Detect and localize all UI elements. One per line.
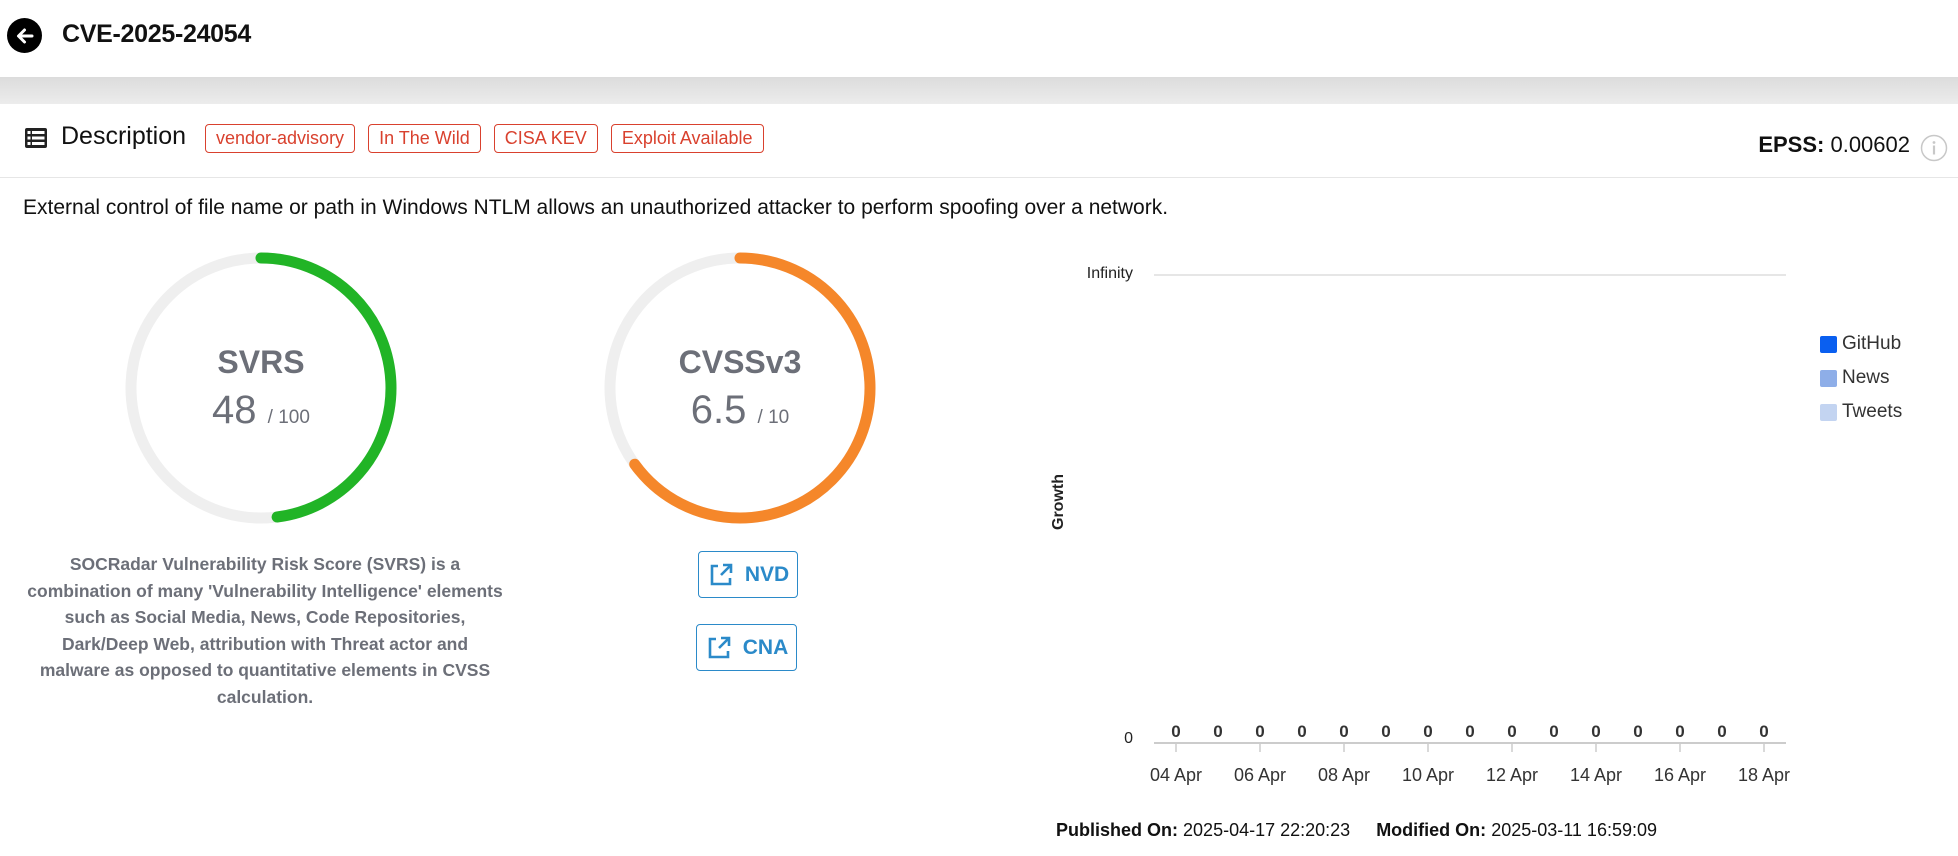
tag-exploit-available: Exploit Available (610, 124, 764, 153)
legend-label-tweets: Tweets (1842, 401, 1903, 422)
epss-score: EPSS: 0.00602 (1758, 132, 1910, 158)
x-tick-label: 16 Apr (1654, 765, 1706, 785)
modified-label: Modified On: (1376, 820, 1487, 840)
tag-vendor-advisory: vendor-advisory (205, 124, 356, 153)
description-header: Description vendor-advisory In The Wild … (0, 104, 1958, 178)
x-tick-label: 06 Apr (1234, 765, 1286, 785)
y-axis-label: Growth (1050, 474, 1067, 530)
x-tick-label: 08 Apr (1318, 765, 1370, 785)
published-value: 2025-04-17 22:20:23 (1183, 820, 1351, 840)
legend-label-news: News (1842, 367, 1890, 388)
growth-chart: Infinity 0 Growth 0 0 0 0 0 0 0 0 0 0 0 0 0 0 0 04 Apr 0… (1050, 265, 1790, 785)
x-tick-label: 10 Apr (1402, 765, 1454, 785)
epss-value: 0.00602 (1830, 132, 1910, 157)
modified-on: Modified On: 2025-03-11 16:59:09 (1376, 820, 1657, 841)
tag-cisa-kev: CISA KEV (493, 124, 598, 153)
header-divider (0, 77, 1958, 104)
svrs-gauge: SVRS 48 / 100 (124, 251, 398, 525)
y-tick-zero: 0 (1124, 730, 1133, 747)
cvss-gauge: CVSSv3 6.5 / 10 (603, 251, 877, 525)
cvss-score: 6.5 / 10 (603, 388, 877, 433)
info-icon[interactable] (1920, 134, 1948, 162)
legend-swatch-news (1820, 369, 1837, 387)
legend-swatch-tweets (1820, 403, 1837, 421)
publication-dates: Published On: 2025-04-17 22:20:23 Modifi… (1056, 820, 1657, 841)
legend-swatch-github (1820, 335, 1837, 353)
data-label: 0 (1675, 722, 1684, 741)
data-label: 0 (1759, 722, 1768, 741)
data-label: 0 (1633, 722, 1642, 741)
back-button[interactable] (7, 18, 42, 53)
x-tick-label: 14 Apr (1570, 765, 1622, 785)
svrs-description: SOCRadar Vulnerability Risk Score (SVRS)… (27, 554, 503, 707)
external-link-icon (710, 563, 733, 585)
external-link-icon (708, 636, 731, 658)
published-label: Published On: (1056, 820, 1179, 840)
tag-in-the-wild: In The Wild (368, 124, 481, 153)
data-label: 0 (1591, 722, 1600, 741)
cvss-label: CVSSv3 (678, 344, 802, 380)
x-tick-label: 04 Apr (1150, 765, 1202, 785)
data-label: 0 (1339, 722, 1348, 741)
svrs-score-max: / 100 (267, 407, 310, 428)
chart-legend: GitHub News Tweets (1820, 327, 1902, 429)
svrs-score-value: 48 (212, 388, 257, 432)
y-tick-top: Infinity (1087, 265, 1133, 282)
legend-item-tweets[interactable]: Tweets (1820, 395, 1902, 429)
data-label: 0 (1549, 722, 1558, 741)
data-label: 0 (1507, 722, 1516, 741)
legend-item-github[interactable]: GitHub (1820, 327, 1902, 361)
x-tick-label: 12 Apr (1486, 765, 1538, 785)
tag-list: vendor-advisory In The Wild CISA KEV Exp… (205, 124, 764, 153)
cvss-score-max: / 10 (757, 407, 790, 428)
modified-value: 2025-03-11 16:59:09 (1491, 820, 1657, 840)
data-label: 0 (1423, 722, 1432, 741)
legend-item-news[interactable]: News (1820, 361, 1902, 395)
nvd-link-label: NVD (744, 562, 790, 586)
svrs-label: SVRS (217, 344, 305, 380)
epss-label: EPSS: (1758, 132, 1825, 157)
cna-link-label: CNA (742, 635, 789, 659)
data-label: 0 (1381, 722, 1390, 741)
data-label: 0 (1717, 722, 1726, 741)
cvss-score-value: 6.5 (690, 388, 747, 432)
nvd-link-button[interactable]: NVD (698, 551, 798, 598)
data-label: 0 (1171, 722, 1180, 741)
x-tick-label: 18 Apr (1738, 765, 1790, 785)
top-bar: CVE-2025-24054 (0, 0, 1958, 77)
cna-link-button[interactable]: CNA (696, 624, 797, 671)
data-label: 0 (1465, 722, 1474, 741)
list-icon (25, 128, 47, 148)
legend-label-github: GitHub (1842, 333, 1902, 354)
data-label: 0 (1255, 722, 1264, 741)
published-on: Published On: 2025-04-17 22:20:23 (1056, 820, 1350, 841)
arrow-left-icon (16, 28, 33, 43)
data-label: 0 (1297, 722, 1306, 741)
svrs-score: 48 / 100 (124, 388, 398, 433)
data-label: 0 (1213, 722, 1222, 741)
page-title: CVE-2025-24054 (62, 20, 251, 48)
description-title: Description (61, 122, 187, 150)
description-text: External control of file name or path in… (23, 196, 1169, 219)
